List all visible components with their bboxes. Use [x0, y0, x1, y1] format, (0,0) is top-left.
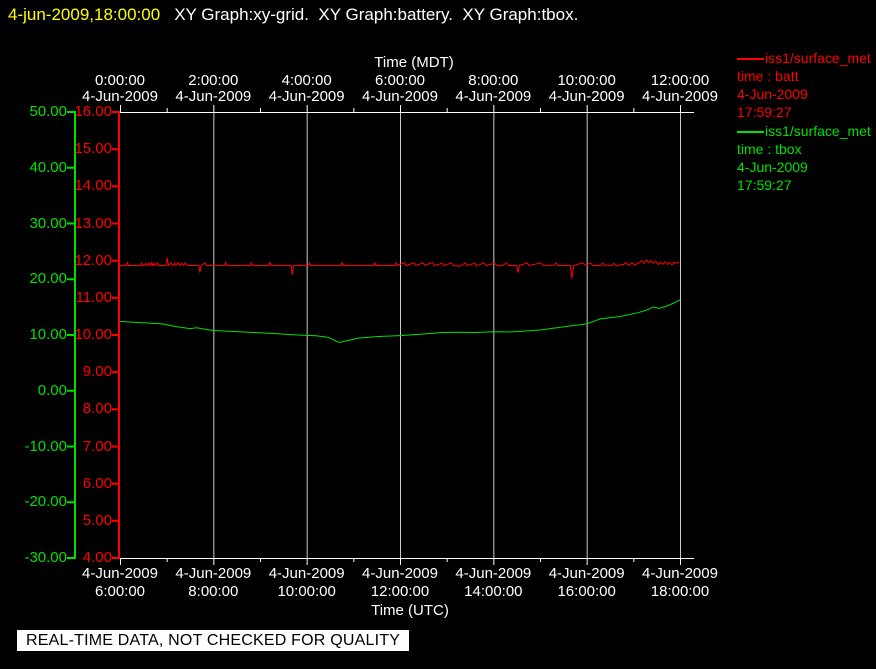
red-axis-tick-label: 8.00: [82, 400, 112, 418]
legend-line-swatch: [737, 58, 764, 61]
top-axis-date-label: 4-Jun-2009: [268, 88, 345, 105]
bottom-axis-date-label: 4-Jun-2009: [642, 565, 718, 582]
red-axis-tick-label: 9.00: [82, 363, 112, 381]
bottom-axis-date-label: 4-Jun-2009: [362, 565, 438, 582]
red-axis-tick-label: 16.00: [74, 103, 112, 120]
bottom-axis-date-label: 4-Jun-2009: [82, 565, 158, 582]
bottom-axis-date-label: 4-Jun-2009: [268, 565, 345, 582]
legend-variable-label: time : batt: [737, 68, 799, 84]
red-axis-tick-label: 6.00: [82, 474, 112, 492]
legend-time-label: 17:59:27: [737, 104, 792, 120]
axis-title-utc: Time (UTC): [371, 602, 449, 619]
bottom-axis-time-label: 18:00:00: [650, 583, 710, 600]
top-axis-time-label: 4:00:00: [281, 72, 332, 89]
batt-series-line: [120, 257, 680, 279]
top-axis-date-label: 4-Jun-2009: [362, 88, 438, 105]
legend-time-label: 17:59:27: [737, 177, 792, 193]
red-axis-tick-label: 15.00: [74, 140, 112, 158]
bottom-axis-time-label: 16:00:00: [557, 583, 616, 600]
top-axis-time-label: 12:00:00: [650, 72, 710, 89]
red-axis-tick-label: 4.00: [82, 549, 112, 566]
app-window: 4-jun-2009,18:00:00 XY Graph:xy-grid. XY …: [0, 0, 876, 669]
top-axis-time-label: 2:00:00: [188, 72, 239, 89]
red-axis-tick-label: 10.00: [74, 326, 112, 343]
bottom-axis-date-label: 4-Jun-2009: [548, 565, 625, 582]
green-axis-tick-label: 20.00: [29, 270, 67, 288]
top-axis-time-label: 10:00:00: [557, 72, 616, 89]
legend-line-swatch: [737, 131, 764, 134]
top-axis-time-label: 0:00:00: [94, 72, 146, 89]
bottom-axis-time-label: 6:00:00: [94, 583, 146, 600]
legend-variable-label: time : tbox: [737, 141, 802, 157]
top-axis-date-label: 4-Jun-2009: [82, 88, 158, 105]
legend-source-label: iss1/surface_met: [765, 50, 871, 66]
bottom-axis-time-label: 14:00:00: [464, 583, 523, 600]
top-axis-date-label: 4-Jun-2009: [642, 88, 718, 105]
bottom-axis-time-label: 8:00:00: [188, 583, 239, 600]
bottom-axis-date-label: 4-Jun-2009: [175, 565, 252, 582]
red-axis-tick-label: 14.00: [74, 177, 112, 195]
quality-notice: REAL-TIME DATA, NOT CHECKED FOR QUALITY: [17, 630, 410, 651]
green-axis-tick-label: 40.00: [29, 158, 67, 176]
green-axis-tick-label: -20.00: [24, 493, 67, 511]
axis-title-mdt: Time (MDT): [374, 54, 454, 71]
bottom-axis-time-label: 12:00:00: [370, 583, 430, 600]
top-axis-time-label: 6:00:00: [374, 72, 426, 89]
red-axis-tick-label: 13.00: [74, 214, 112, 232]
top-axis-date-label: 4-Jun-2009: [548, 88, 625, 105]
red-axis-tick-label: 11.00: [75, 288, 112, 306]
legend-entry-tbox: iss1/surface_met time : tbox 4-Jun-2009 …: [737, 122, 876, 194]
bottom-axis-time-label: 10:00:00: [277, 583, 336, 600]
red-axis-tick-label: 5.00: [82, 511, 112, 529]
top-axis-time-label: 8:00:00: [468, 72, 519, 89]
green-axis-tick-label: 0.00: [37, 381, 67, 399]
top-axis-date-label: 4-Jun-2009: [175, 88, 252, 105]
bottom-axis-date-label: 4-Jun-2009: [455, 565, 532, 582]
red-axis-tick-label: 12.00: [74, 251, 112, 269]
legend-date-label: 4-Jun-2009: [737, 159, 808, 175]
legend-entry-batt: iss1/surface_met time : batt 4-Jun-2009 …: [737, 49, 876, 121]
legend-date-label: 4-Jun-2009: [737, 86, 808, 102]
legend-source-label: iss1/surface_met: [765, 123, 871, 139]
top-axis-date-label: 4-Jun-2009: [455, 88, 532, 105]
red-axis-tick-label: 7.00: [82, 437, 112, 455]
